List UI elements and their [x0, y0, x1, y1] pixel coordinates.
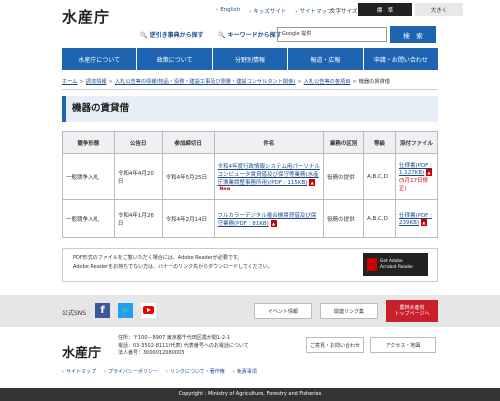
footer-link-copyright[interactable]: › リンクについて・著作権	[166, 368, 225, 375]
keyword-search-label: 🔍 キーワードから探す	[218, 32, 282, 39]
pdf-icon: ▲	[270, 219, 277, 227]
col-notice-date: 公告日	[113, 131, 163, 154]
facebook-icon[interactable]: f	[95, 303, 110, 318]
cell-notice-date: 令和4年1月26日	[113, 199, 163, 238]
chevron-right-icon: >	[297, 79, 302, 85]
search-button[interactable]: 検 索	[390, 26, 436, 43]
breadcrumb-procurement[interactable]: 調達情報	[86, 79, 107, 85]
breadcrumb: ホーム > 調達情報 > 入札公告等の情報(物品・役務・建設工事及び測量・建設コンサルタ…	[62, 78, 442, 85]
chevron-right-icon: ›	[249, 9, 252, 15]
cell-grade: A,B,C,D	[363, 153, 396, 200]
font-size-standard-button[interactable]: 標 準	[358, 3, 412, 16]
new-badge: New	[219, 186, 231, 192]
nav-policy[interactable]: 政策について	[137, 48, 213, 70]
chevron-right-icon: >	[108, 79, 113, 85]
col-subject: 件名	[213, 131, 325, 154]
footer-links: › サイトマップ › プライバシーポリシー › リンクについて・著作権 › 免責事項	[62, 368, 257, 375]
sns-label: 公式SNS	[62, 310, 87, 317]
footer-link-sitemap[interactable]: › サイトマップ	[62, 368, 96, 375]
twitter-icon[interactable]: 🐦	[118, 303, 133, 318]
maff-top-button[interactable]: 農林水産省 トップページへ	[386, 300, 438, 322]
breadcrumb-current: 機器の賃貸借	[358, 79, 390, 85]
top-links: › English › キッズサイト › サイトマップ	[216, 7, 333, 15]
divider	[62, 89, 438, 90]
adobe-reader-banner[interactable]: Get Adobe Acrobat Reader	[363, 253, 428, 276]
event-info-button[interactable]: イベント情報	[254, 303, 312, 319]
table-row: 一般競争入札 令和4年4月20日 令和4年5月25日 令和4年度行政情報システム…	[62, 153, 439, 200]
font-size-label: 文字サイズ	[330, 9, 358, 15]
cell-subject: 令和4年度行政情報システム用パーソナルコンピュータ賃貸借及び保守等業務(水産庁漁…	[213, 153, 325, 200]
cell-subject: フルカラーデジタル複合機賃貸借及び保守業務(PDF : 81KB) ▲	[213, 199, 325, 238]
breadcrumb-items[interactable]: 入札公告等の各項目	[304, 79, 351, 85]
cell-attachment: 仕様書(PDF : 239KB) ▲	[394, 199, 439, 238]
chevron-right-icon: ›	[232, 369, 235, 375]
pdf-icon: ▲	[309, 178, 316, 186]
chevron-right-icon: ›	[295, 9, 298, 15]
link-kids[interactable]: › キッズサイト	[249, 7, 286, 15]
footer-link-disclaimer[interactable]: › 免責事項	[233, 368, 257, 375]
chevron-right-icon: >	[352, 79, 357, 85]
tender-table: 競争形態 公告日 参加締切日 件名 業務の区別 等級 添付ファイル 一般競争入札…	[62, 131, 439, 238]
link-sitemap[interactable]: › サイトマップ	[295, 7, 332, 15]
search-input[interactable]: Google 提供	[277, 27, 387, 42]
copyright: Copyright : Ministry of Agriculture, For…	[0, 388, 500, 401]
pdf-icon: ▲	[426, 169, 433, 176]
nav-field-info[interactable]: 分野別情報	[212, 48, 289, 70]
reverse-dictionary-link[interactable]: 🔍 逆引き事典から探す	[140, 30, 204, 39]
cell-notice-date: 令和4年4月20日	[113, 153, 163, 200]
nav-application[interactable]: 申請・お問い合わせ	[363, 48, 439, 70]
col-category: 業務の区別	[323, 131, 365, 154]
contact-button[interactable]: ご意見・お問い合わせ	[306, 337, 364, 353]
cell-attachment: 仕様書(PDF : 1,127KB) ▲ (5月17日修正)	[394, 153, 439, 200]
col-deadline: 参加締切日	[161, 131, 215, 154]
cell-type: 一般競争入札	[62, 153, 115, 200]
search-icon: 🔍	[218, 32, 226, 39]
link-english[interactable]: › English	[216, 7, 240, 15]
subject-link[interactable]: 令和4年度行政情報システム用パーソナルコンピュータ賃貸借及び保守等業務(水産庁漁…	[218, 164, 320, 186]
access-map-button[interactable]: アクセス・地図	[370, 337, 436, 353]
footer-address: 住所：〒100－8907 東京都千代田区霞が関1-2-1 電話：03-3502-…	[118, 335, 249, 356]
table-header-row: 競争形態 公告日 参加締切日 件名 業務の区別 等級 添付ファイル	[62, 131, 439, 154]
global-nav: 水産庁について 政策について 分野別情報 報道・広報 申請・お問い合わせ	[62, 48, 439, 70]
page-title: 機器の賃貸借	[62, 96, 438, 122]
search-icon: 🔍	[140, 32, 148, 39]
table-row: 一般競争入札 令和4年1月26日 令和4年2月14日 フルカラーデジタル複合機賃…	[62, 199, 439, 238]
subject-link[interactable]: フルカラーデジタル複合機賃貸借及び保守業務(PDF : 81KB)	[218, 213, 317, 227]
site-logo[interactable]: 水産庁	[62, 6, 110, 27]
breadcrumb-home[interactable]: ホーム	[62, 79, 77, 85]
pdf-icon: ▲	[420, 219, 427, 226]
cell-deadline: 令和4年2月14日	[161, 199, 215, 238]
pdf-notice-text: PDF形式のファイルをご覧いただく場合には、Adobe Readerが必要です。…	[73, 255, 273, 270]
nav-about[interactable]: 水産庁について	[62, 48, 138, 70]
nav-press[interactable]: 報道・広報	[288, 48, 364, 70]
related-links-button[interactable]: 関連リンク集	[320, 303, 378, 319]
cell-category: 役務の提供	[323, 153, 365, 200]
col-type: 競争形態	[62, 131, 115, 154]
revision-note: (5月17日修正)	[398, 178, 429, 192]
adobe-acrobat-icon	[367, 258, 377, 271]
pdf-notice: PDF形式のファイルをご覧いただく場合には、Adobe Readerが必要です。…	[62, 248, 438, 282]
chevron-right-icon: ›	[104, 369, 107, 375]
youtube-icon[interactable]	[141, 303, 156, 318]
chevron-right-icon: ›	[62, 369, 64, 375]
font-size-large-button[interactable]: 大きく	[415, 3, 463, 16]
footer-link-privacy[interactable]: › プライバシーポリシー	[104, 368, 158, 375]
cell-deadline: 令和4年5月25日	[161, 153, 215, 200]
attachment-link[interactable]: 仕様書(PDF : 239KB)	[399, 213, 432, 226]
cell-grade: A,B,C,D	[363, 199, 396, 238]
chevron-right-icon: ›	[165, 369, 168, 375]
breadcrumb-notices[interactable]: 入札公告等の情報(物品・役務・建設工事及び測量・建設コンサルタント関係)	[115, 79, 295, 85]
footer-logo[interactable]: 水産庁	[62, 342, 101, 361]
chevron-right-icon: ›	[216, 7, 219, 13]
chevron-right-icon: >	[79, 79, 84, 85]
cell-type: 一般競争入札	[62, 199, 115, 238]
col-attachment: 添付ファイル	[394, 131, 439, 154]
cell-category: 役務の提供	[323, 199, 365, 238]
col-grade: 等級	[363, 131, 396, 154]
